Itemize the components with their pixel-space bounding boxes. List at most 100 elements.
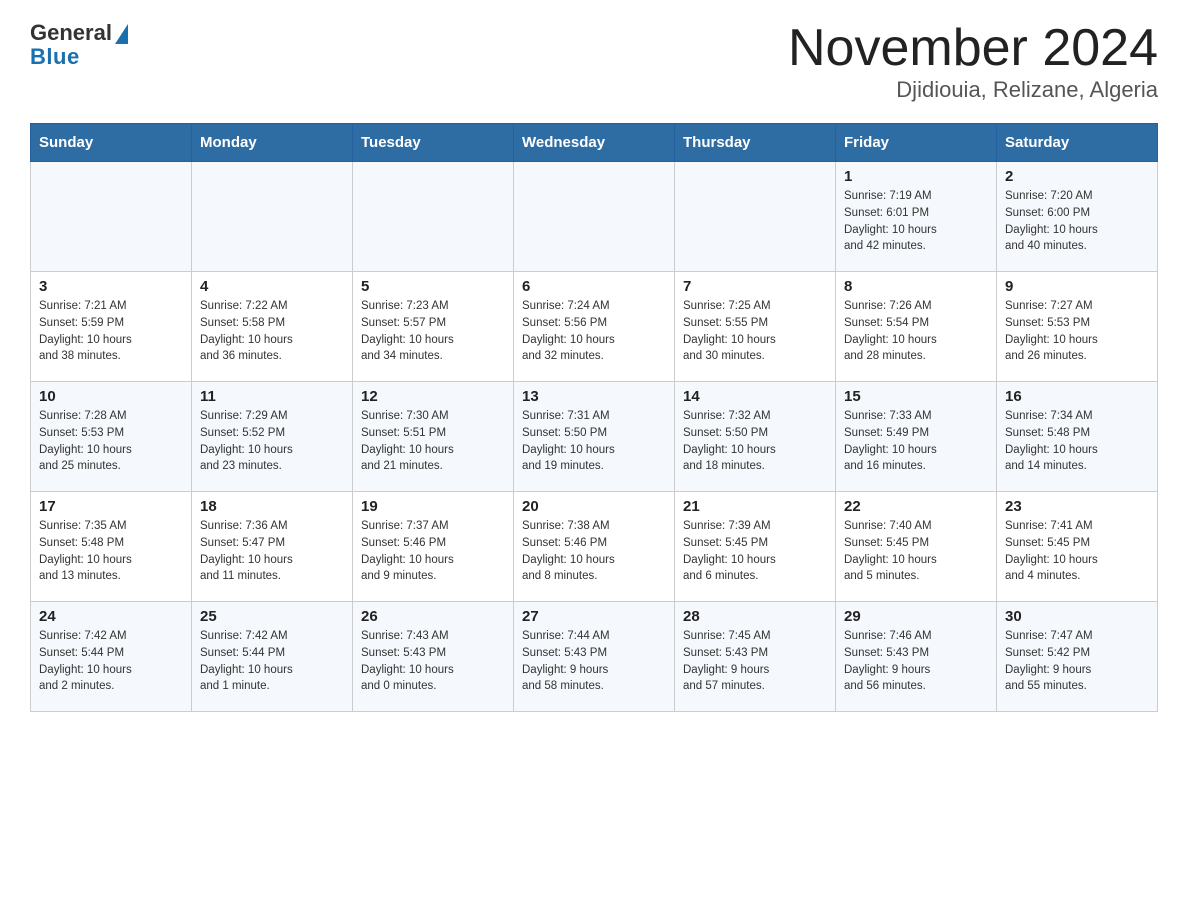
day-number: 3 (39, 278, 183, 295)
day-info: Sunrise: 7:35 AM Sunset: 5:48 PM Dayligh… (39, 518, 183, 585)
weekday-header: Sunday (31, 124, 192, 162)
day-info: Sunrise: 7:21 AM Sunset: 5:59 PM Dayligh… (39, 298, 183, 365)
day-number: 14 (683, 388, 827, 405)
day-info: Sunrise: 7:24 AM Sunset: 5:56 PM Dayligh… (522, 298, 666, 365)
calendar-day-cell (353, 162, 514, 272)
day-number: 4 (200, 278, 344, 295)
calendar-day-cell (514, 162, 675, 272)
day-info: Sunrise: 7:45 AM Sunset: 5:43 PM Dayligh… (683, 628, 827, 695)
day-info: Sunrise: 7:22 AM Sunset: 5:58 PM Dayligh… (200, 298, 344, 365)
day-info: Sunrise: 7:23 AM Sunset: 5:57 PM Dayligh… (361, 298, 505, 365)
day-number: 16 (1005, 388, 1149, 405)
calendar-day-cell: 6Sunrise: 7:24 AM Sunset: 5:56 PM Daylig… (514, 272, 675, 382)
day-info: Sunrise: 7:32 AM Sunset: 5:50 PM Dayligh… (683, 408, 827, 475)
day-info: Sunrise: 7:25 AM Sunset: 5:55 PM Dayligh… (683, 298, 827, 365)
calendar-day-cell: 17 Sunrise: 7:35 AM Sunset: 5:48 PM Dayli… (31, 492, 192, 602)
day-info: Sunrise: 7:33 AM Sunset: 5:49 PM Dayligh… (844, 408, 988, 475)
day-number: 1 (844, 168, 988, 185)
weekday-header: Wednesday (514, 124, 675, 162)
day-number: 20 (522, 498, 666, 515)
calendar-week-row: 24 Sunrise: 7:42 AM Sunset: 5:44 PM Dayli… (31, 602, 1158, 712)
weekday-header: Friday (836, 124, 997, 162)
weekday-header: Saturday (997, 124, 1158, 162)
logo-blue: Blue (30, 45, 128, 69)
day-number: 12 (361, 388, 505, 405)
day-number: 15 (844, 388, 988, 405)
calendar-day-cell: 20 Sunrise: 7:38 AM Sunset: 5:46 PM Dayli… (514, 492, 675, 602)
day-info: Sunrise: 7:43 AM Sunset: 5:43 PM Dayligh… (361, 628, 505, 695)
day-number: 29 (844, 608, 988, 625)
day-number: 17 (39, 498, 183, 515)
calendar-day-cell: 23Sunrise: 7:41 AM Sunset: 5:45 PM Dayli… (997, 492, 1158, 602)
calendar-week-row: 10 Sunrise: 7:28 AM Sunset: 5:53 PM Dayli… (31, 382, 1158, 492)
logo-general: General (30, 20, 128, 45)
day-info: Sunrise: 7:27 AM Sunset: 5:53 PM Dayligh… (1005, 298, 1149, 365)
day-info: Sunrise: 7:37 AM Sunset: 5:46 PM Dayligh… (361, 518, 505, 585)
day-number: 30 (1005, 608, 1149, 625)
day-info: Sunrise: 7:40 AM Sunset: 5:45 PM Dayligh… (844, 518, 988, 585)
calendar-day-cell: 4 Sunrise: 7:22 AM Sunset: 5:58 PM Daylig… (192, 272, 353, 382)
day-info: Sunrise: 7:39 AM Sunset: 5:45 PM Dayligh… (683, 518, 827, 585)
calendar-day-cell: 10 Sunrise: 7:28 AM Sunset: 5:53 PM Dayli… (31, 382, 192, 492)
calendar-day-cell (192, 162, 353, 272)
calendar-day-cell: 19 Sunrise: 7:37 AM Sunset: 5:46 PM Dayli… (353, 492, 514, 602)
calendar-day-cell: 8 Sunrise: 7:26 AM Sunset: 5:54 PM Daylig… (836, 272, 997, 382)
day-info: Sunrise: 7:41 AM Sunset: 5:45 PM Dayligh… (1005, 518, 1149, 585)
calendar-day-cell: 24Sunrise: 7:42 AM Sunset: 5:44 PM Dayli… (31, 602, 192, 712)
calendar-day-cell: 16 Sunrise: 7:34 AM Sunset: 5:48 PM Dayli… (997, 382, 1158, 492)
day-info: Sunrise: 7:34 AM Sunset: 5:48 PM Dayligh… (1005, 408, 1149, 475)
calendar-day-cell: 21 Sunrise: 7:39 AM Sunset: 5:45 PM Dayli… (675, 492, 836, 602)
day-number: 22 (844, 498, 988, 515)
calendar-day-cell: 7 Sunrise: 7:25 AM Sunset: 5:55 PM Daylig… (675, 272, 836, 382)
day-number: 25 (200, 608, 344, 625)
day-number: 9 (1005, 278, 1149, 295)
day-number: 5 (361, 278, 505, 295)
day-info: Sunrise: 7:36 AM Sunset: 5:47 PM Dayligh… (200, 518, 344, 585)
calendar-day-cell: 2Sunrise: 7:20 AM Sunset: 6:00 PM Daylig… (997, 162, 1158, 272)
day-number: 13 (522, 388, 666, 405)
day-info: Sunrise: 7:47 AM Sunset: 5:42 PM Dayligh… (1005, 628, 1149, 695)
weekday-header: Tuesday (353, 124, 514, 162)
calendar-table: SundayMondayTuesdayWednesdayThursdayFrid… (30, 123, 1158, 712)
day-info: Sunrise: 7:28 AM Sunset: 5:53 PM Dayligh… (39, 408, 183, 475)
day-info: Sunrise: 7:26 AM Sunset: 5:54 PM Dayligh… (844, 298, 988, 365)
month-title: November 2024 (788, 20, 1158, 77)
calendar-week-row: 1 Sunrise: 7:19 AM Sunset: 6:01 PM Daylig… (31, 162, 1158, 272)
calendar-day-cell: 29 Sunrise: 7:46 AM Sunset: 5:43 PM Dayli… (836, 602, 997, 712)
calendar-day-cell: 11Sunrise: 7:29 AM Sunset: 5:52 PM Dayli… (192, 382, 353, 492)
day-number: 10 (39, 388, 183, 405)
page-header: General Blue November 2024 Djidiouia, Re… (30, 20, 1158, 103)
calendar-day-cell: 22 Sunrise: 7:40 AM Sunset: 5:45 PM Dayli… (836, 492, 997, 602)
day-number: 19 (361, 498, 505, 515)
calendar-day-cell: 1 Sunrise: 7:19 AM Sunset: 6:01 PM Daylig… (836, 162, 997, 272)
day-number: 28 (683, 608, 827, 625)
calendar-day-cell: 14 Sunrise: 7:32 AM Sunset: 5:50 PM Dayli… (675, 382, 836, 492)
day-info: Sunrise: 7:42 AM Sunset: 5:44 PM Dayligh… (200, 628, 344, 695)
day-number: 8 (844, 278, 988, 295)
calendar-day-cell: 25 Sunrise: 7:42 AM Sunset: 5:44 PM Dayli… (192, 602, 353, 712)
calendar-day-cell (31, 162, 192, 272)
calendar-day-cell: 12 Sunrise: 7:30 AM Sunset: 5:51 PM Dayli… (353, 382, 514, 492)
day-info: Sunrise: 7:30 AM Sunset: 5:51 PM Dayligh… (361, 408, 505, 475)
day-number: 7 (683, 278, 827, 295)
calendar-day-cell: 15 Sunrise: 7:33 AM Sunset: 5:49 PM Dayli… (836, 382, 997, 492)
weekday-header: Monday (192, 124, 353, 162)
day-number: 26 (361, 608, 505, 625)
day-number: 2 (1005, 168, 1149, 185)
calendar-day-cell: 13Sunrise: 7:31 AM Sunset: 5:50 PM Dayli… (514, 382, 675, 492)
day-number: 21 (683, 498, 827, 515)
location: Djidiouia, Relizane, Algeria (788, 77, 1158, 103)
day-info: Sunrise: 7:46 AM Sunset: 5:43 PM Dayligh… (844, 628, 988, 695)
calendar-day-cell (675, 162, 836, 272)
day-info: Sunrise: 7:19 AM Sunset: 6:01 PM Dayligh… (844, 188, 988, 255)
calendar-day-cell: 5 Sunrise: 7:23 AM Sunset: 5:57 PM Daylig… (353, 272, 514, 382)
calendar-day-cell: 28 Sunrise: 7:45 AM Sunset: 5:43 PM Dayli… (675, 602, 836, 712)
calendar-week-row: 3 Sunrise: 7:21 AM Sunset: 5:59 PM Daylig… (31, 272, 1158, 382)
title-block: November 2024 Djidiouia, Relizane, Alger… (788, 20, 1158, 103)
calendar-day-cell: 30 Sunrise: 7:47 AM Sunset: 5:42 PM Dayli… (997, 602, 1158, 712)
calendar-day-cell: 18 Sunrise: 7:36 AM Sunset: 5:47 PM Dayli… (192, 492, 353, 602)
day-number: 18 (200, 498, 344, 515)
calendar-day-cell: 3 Sunrise: 7:21 AM Sunset: 5:59 PM Daylig… (31, 272, 192, 382)
day-number: 24 (39, 608, 183, 625)
day-info: Sunrise: 7:38 AM Sunset: 5:46 PM Dayligh… (522, 518, 666, 585)
